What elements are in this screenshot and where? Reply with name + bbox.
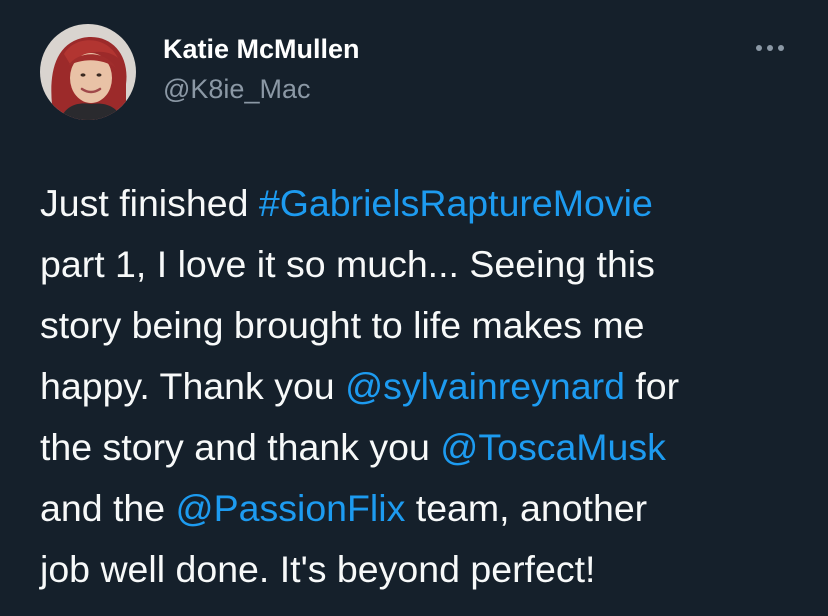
tweet-text-segment: part 1, I love it so much... Seeing this: [40, 243, 655, 285]
tweet-line: happy. Thank you @sylvainreynard for: [40, 356, 810, 417]
tweet-text-segment: story being brought to life makes me: [40, 304, 645, 346]
more-options-button[interactable]: [748, 30, 792, 66]
tweet-text-segment: team, another: [405, 487, 648, 529]
tweet-text-segment: the story and thank you: [40, 426, 441, 468]
more-horizontal-icon: [756, 45, 784, 51]
tweet-line: story being brought to life makes me: [40, 295, 810, 356]
tweet-text-segment: happy. Thank you: [40, 365, 346, 407]
tweet-line: Just finished #GabrielsRaptureMovie: [40, 173, 810, 234]
tweet-line: the story and thank you @ToscaMusk: [40, 417, 810, 478]
hashtag-link[interactable]: #GabrielsRaptureMovie: [259, 182, 653, 224]
avatar[interactable]: [40, 24, 136, 120]
tweet-text-segment: Just finished: [40, 182, 259, 224]
mention-link[interactable]: @ToscaMusk: [440, 426, 666, 468]
tweet-text-segment: job well done. It's beyond perfect!: [40, 548, 596, 590]
mention-link[interactable]: @sylvainreynard: [345, 365, 625, 407]
tweet-line: part 1, I love it so much... Seeing this: [40, 234, 810, 295]
tweet-card: Katie McMullen @K8ie_Mac Just finished #…: [0, 0, 828, 616]
tweet-text-segment: and the: [40, 487, 176, 529]
profile-photo-icon: [40, 24, 136, 120]
display-name[interactable]: Katie McMullen: [163, 34, 360, 65]
tweet-text: Just finished #GabrielsRaptureMovie part…: [40, 173, 810, 600]
mention-link[interactable]: @PassionFlix: [176, 487, 406, 529]
username-handle[interactable]: @K8ie_Mac: [163, 74, 310, 105]
tweet-line: job well done. It's beyond perfect!: [40, 539, 810, 600]
tweet-text-segment: for: [624, 365, 680, 407]
tweet-line: and the @PassionFlix team, another: [40, 478, 810, 539]
